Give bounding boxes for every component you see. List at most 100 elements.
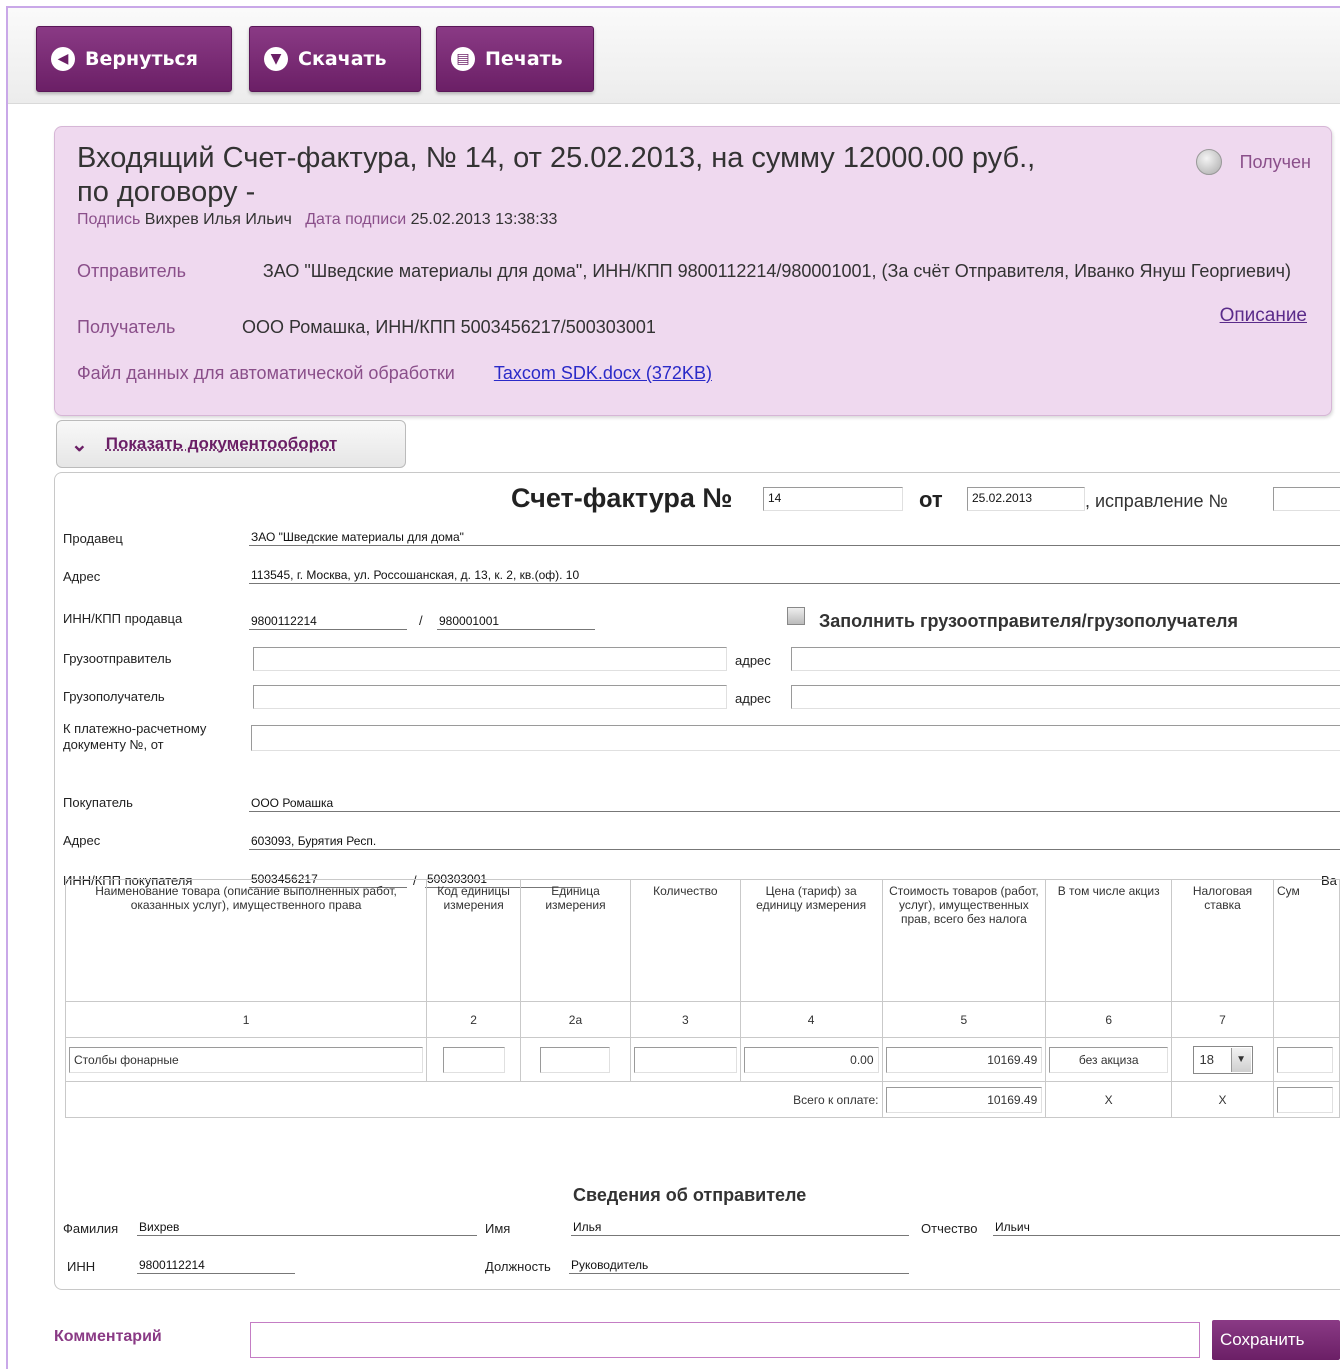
recipient-value: ООО Ромашка, ИНН/КПП 5003456217/50030300… bbox=[242, 317, 656, 337]
sender-value: ЗАО "Шведские материалы для дома", ИНН/К… bbox=[262, 261, 1292, 281]
buyer-label: Покупатель bbox=[63, 795, 133, 810]
cell-cost: 10169.49 bbox=[881, 1037, 1047, 1082]
buyer-input[interactable]: ООО Ромашка bbox=[249, 795, 1340, 812]
seller-address-input[interactable]: 113545, г. Москва, ул. Россошанская, д. … bbox=[249, 567, 1340, 584]
status-text: Получен bbox=[1239, 151, 1311, 172]
cell-sum bbox=[1272, 1037, 1340, 1082]
total-label: Всего к оплате: bbox=[65, 1081, 883, 1118]
signature-value: Вихрев Илья Ильич bbox=[144, 211, 292, 228]
unit-input[interactable] bbox=[540, 1046, 611, 1073]
fill-shipper-checkbox[interactable] bbox=[787, 607, 805, 625]
invoice-number-input[interactable]: 14 bbox=[763, 487, 903, 511]
cost-input[interactable]: 10169.49 bbox=[885, 1046, 1043, 1073]
surname-label: Фамилия bbox=[63, 1221, 119, 1236]
correction-number-input[interactable] bbox=[1273, 487, 1340, 511]
tax-rate-value: 18 bbox=[1199, 1052, 1214, 1067]
position-label: Должность bbox=[485, 1259, 551, 1274]
comment-input[interactable] bbox=[250, 1322, 1200, 1358]
column-number: 2 bbox=[426, 1001, 522, 1038]
column-header: Код единицы измерения bbox=[426, 879, 522, 1002]
cell-name: Столбы фонарные bbox=[64, 1037, 428, 1082]
recipient-label: Получатель bbox=[77, 317, 176, 337]
column-header: Количество bbox=[629, 879, 741, 1002]
cell-price: 0.00 bbox=[739, 1037, 883, 1082]
name-input[interactable]: Илья bbox=[571, 1219, 909, 1236]
quantity-input[interactable] bbox=[633, 1046, 737, 1073]
patronymic-label: Отчество bbox=[921, 1221, 978, 1236]
surname-input[interactable]: Вихрев bbox=[137, 1219, 477, 1236]
excise-input[interactable]: без акциза bbox=[1049, 1046, 1169, 1073]
consignee-label: Грузополучатель bbox=[63, 689, 165, 704]
column-header: В том числе акциз bbox=[1045, 879, 1173, 1002]
invoice-form: Счет-фактура № 14 от 25.02.2013 , исправ… bbox=[54, 472, 1340, 1290]
column-header: Единица измерения bbox=[520, 879, 631, 1002]
invoice-from-label: от bbox=[919, 487, 943, 512]
data-file-link[interactable]: Taxcom SDK.docx (372KB) bbox=[494, 363, 712, 383]
total-sum-input[interactable] bbox=[1276, 1086, 1333, 1113]
double-chevron-down-icon: ⌄ bbox=[71, 433, 88, 456]
seller-inn-slash: / bbox=[419, 613, 423, 628]
seller-inn-label: ИНН/КПП продавца bbox=[63, 611, 183, 626]
sender-info-title: Сведения об отправителе bbox=[573, 1185, 807, 1205]
seller-label: Продавец bbox=[63, 531, 123, 546]
position-input[interactable]: Руководитель bbox=[569, 1257, 909, 1274]
patronymic-input[interactable]: Ильич bbox=[993, 1219, 1340, 1236]
seller-inn-input[interactable]: 9800112214 bbox=[249, 613, 407, 630]
seller-kpp-input[interactable]: 980001001 bbox=[437, 613, 595, 630]
goods-table: Наименование товара (описание выполненны… bbox=[64, 879, 1340, 1118]
document-title: Входящий Счет-фактура, № 14, от 25.02.20… bbox=[77, 142, 1036, 208]
table-header-row: Наименование товара (описание выполненны… bbox=[64, 879, 1340, 1002]
data-file-row: Файл данных для автоматической обработки… bbox=[77, 363, 712, 384]
print-button[interactable]: ▤ Печать bbox=[436, 26, 594, 92]
download-icon: ▼ bbox=[264, 47, 288, 71]
description-link[interactable]: Описание bbox=[1220, 305, 1307, 327]
tax-sum-input[interactable] bbox=[1276, 1046, 1333, 1073]
column-number-row: 1 2 2а 3 4 5 6 7 bbox=[64, 1001, 1340, 1038]
show-docflow-button[interactable]: ⌄ Показать документооборот bbox=[56, 420, 406, 468]
item-name-input[interactable]: Столбы фонарные bbox=[69, 1046, 424, 1073]
price-input[interactable]: 0.00 bbox=[743, 1046, 879, 1073]
toolbar: ◀ Вернуться ▼ Скачать ▤ Печать bbox=[8, 8, 1340, 104]
sender-inn-input[interactable]: 9800112214 bbox=[137, 1257, 295, 1274]
shipper-input[interactable] bbox=[253, 647, 727, 671]
column-number: 3 bbox=[629, 1001, 741, 1038]
total-excise: X bbox=[1045, 1081, 1173, 1118]
correction-label: , исправление № bbox=[1085, 491, 1228, 511]
column-number: 1 bbox=[64, 1001, 428, 1038]
comment-label: Комментарий bbox=[54, 1328, 162, 1345]
back-button[interactable]: ◀ Вернуться bbox=[36, 26, 232, 92]
consignee-address-label: адрес bbox=[735, 691, 771, 706]
table-row: Столбы фонарные 0.00 10169.49 без акциза… bbox=[64, 1037, 1340, 1082]
save-button[interactable]: Сохранить bbox=[1212, 1320, 1340, 1360]
signature-line: Подпись Вихрев Илья Ильич Дата подписи 2… bbox=[77, 211, 557, 229]
invoice-date-input[interactable]: 25.02.2013 bbox=[967, 487, 1085, 511]
download-button[interactable]: ▼ Скачать bbox=[249, 26, 421, 92]
tax-rate-select[interactable]: 18 ▼ bbox=[1192, 1045, 1253, 1074]
column-number: 7 bbox=[1171, 1001, 1274, 1038]
sender-inn-label: ИНН bbox=[67, 1259, 96, 1274]
shipper-address-input[interactable] bbox=[791, 647, 1340, 671]
sign-date-value: 25.02.2013 13:38:33 bbox=[410, 211, 558, 228]
status-indicator: Получен bbox=[1195, 149, 1311, 175]
shipper-label: Грузоотправитель bbox=[63, 651, 172, 666]
payment-doc-input[interactable] bbox=[251, 725, 1340, 751]
payment-doc-label: К платежно-расчетному документу №, от bbox=[63, 721, 207, 752]
download-button-label: Скачать bbox=[298, 48, 387, 70]
seller-input[interactable]: ЗАО "Шведские материалы для дома" bbox=[249, 529, 1340, 546]
sender-row: Отправитель ЗАО "Шведские материалы для … bbox=[77, 257, 1317, 285]
column-header: Стоимость товаров (работ, услуг), имущес… bbox=[881, 879, 1047, 1002]
cell-total-sum bbox=[1272, 1081, 1340, 1118]
unit-code-input[interactable] bbox=[442, 1046, 505, 1073]
fill-shipper-label: Заполнить грузоотправителя/грузополучате… bbox=[819, 611, 1238, 631]
print-icon: ▤ bbox=[451, 47, 475, 71]
consignee-input[interactable] bbox=[253, 685, 727, 709]
cell-tax-rate: 18 ▼ bbox=[1171, 1037, 1274, 1082]
cell-excise: без акциза bbox=[1045, 1037, 1173, 1082]
consignee-address-input[interactable] bbox=[791, 685, 1340, 709]
total-cost-input[interactable]: 10169.49 bbox=[885, 1086, 1043, 1113]
column-number: 2а bbox=[520, 1001, 631, 1038]
buyer-address-input[interactable]: 603093, Бурятия Респ. bbox=[249, 833, 1340, 850]
status-dot-icon bbox=[1195, 149, 1222, 175]
seller-address-label: Адрес bbox=[63, 569, 101, 584]
cell-unit bbox=[520, 1037, 631, 1082]
